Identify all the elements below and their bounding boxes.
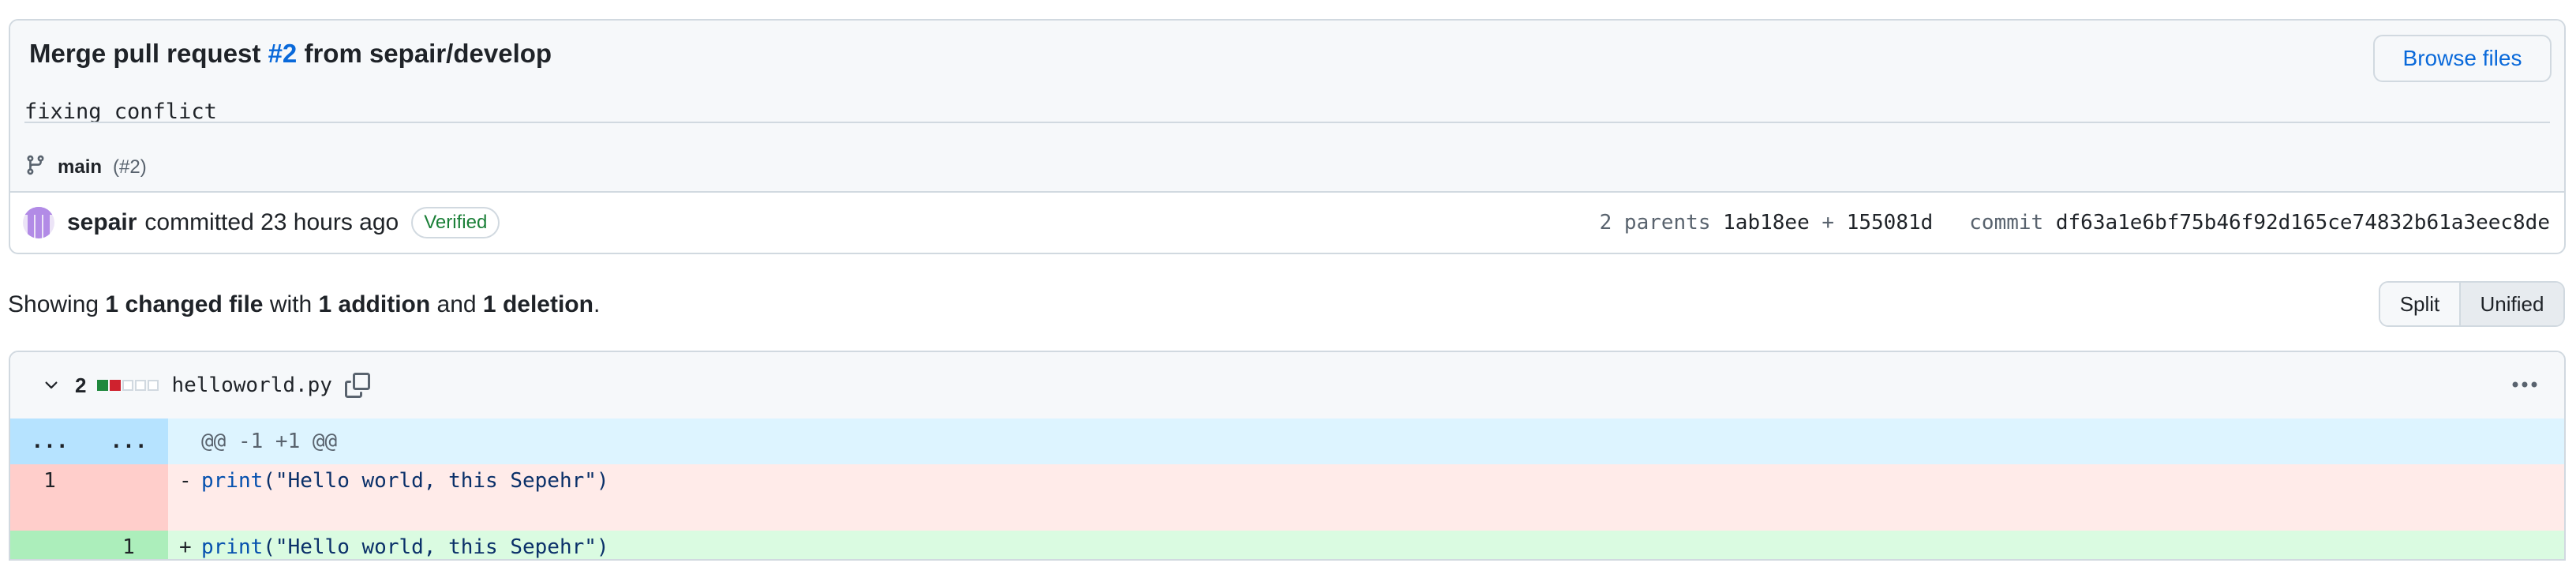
new-line-number[interactable]: 1 (89, 531, 168, 559)
commit-page: Merge pull request #2 from sepair/develo… (0, 0, 2576, 578)
diff-summary: Showing 1 changed file with 1 addition a… (8, 291, 601, 317)
changed-count: 1 changed file (105, 291, 264, 317)
hunk-header: @@ -1 +1 @@ (201, 430, 338, 453)
commit-meta: sepair committed 23 hours ago Verified 2… (10, 191, 2564, 253)
code-args: ("Hello world, this Sepehr") (263, 469, 609, 493)
commit-box: Merge pull request #2 from sepair/develo… (9, 19, 2566, 254)
code-args: ("Hello world, this Sepehr") (263, 535, 609, 559)
deleted-line-row: 1 - print("Hello world, this Sepehr") (10, 464, 2564, 555)
branch-name[interactable]: main (58, 156, 102, 178)
diffstat (97, 380, 159, 391)
branch-info: main (#2) (24, 152, 147, 183)
expand-down-button[interactable]: ... (89, 418, 168, 464)
hunk-header-row: ... ... @@ -1 +1 @@ (10, 418, 2564, 464)
diffstat-del-block (110, 380, 122, 391)
author-link[interactable]: sepair (67, 209, 137, 236)
branch-pr-ref[interactable]: (#2) (113, 156, 147, 178)
kebab-icon[interactable] (2509, 373, 2540, 396)
change-count: 2 (75, 373, 87, 397)
parents-label: 2 parents (1599, 211, 1711, 235)
commit-title: Merge pull request #2 from sepair/develo… (29, 38, 552, 69)
code-func: print (201, 535, 264, 559)
file-name[interactable]: helloworld.py (171, 373, 332, 397)
unified-view-button[interactable]: Unified (2461, 283, 2563, 325)
browse-files-button[interactable]: Browse files (2373, 35, 2552, 82)
diffstat-add-block (97, 380, 109, 391)
divider (24, 122, 2550, 123)
diffstat-neutral-block (135, 380, 147, 391)
diffstat-neutral-block (148, 380, 159, 391)
diff-view-toggle: Split Unified (2379, 281, 2565, 327)
added-line-row: 1 + print("Hello world, this Sepehr") (10, 531, 2564, 559)
pull-request-link[interactable]: #2 (268, 39, 298, 68)
commit-label: commit (1969, 211, 2044, 235)
commit-sha: df63a1e6bf75b46f92d165ce74832b61a3eec8de (2055, 211, 2550, 235)
commit-title-suffix: from sepair/develop (297, 39, 552, 68)
file-header: 2 helloworld.py (10, 352, 2564, 420)
chevron-down-icon[interactable] (40, 374, 62, 396)
file-diff: 2 helloworld.py ... ... @@ -1 +1 @@ 1 - … (9, 351, 2566, 561)
commit-time: committed 23 hours ago (144, 209, 399, 235)
expand-up-button[interactable]: ... (10, 418, 89, 464)
code-func: print (201, 469, 264, 493)
parent-separator: + (1809, 211, 1847, 235)
added-code: + print("Hello world, this Sepehr") (168, 531, 2564, 559)
copy-icon[interactable] (344, 372, 370, 399)
no-entry-icon (201, 499, 348, 555)
new-line-number (89, 464, 168, 531)
split-view-button[interactable]: Split (2380, 283, 2461, 325)
verified-badge[interactable]: Verified (411, 207, 500, 238)
avatar[interactable] (23, 207, 54, 238)
commit-header: Merge pull request #2 from sepair/develo… (10, 21, 2564, 193)
commit-hashes: 2 parents 1ab18ee + 155081d commit df63a… (1599, 191, 2550, 253)
git-branch-icon (24, 152, 47, 183)
diffstat-neutral-block (122, 380, 134, 391)
deleted-code: - print("Hello world, this Sepehr") (168, 464, 2564, 555)
diff-sign: - (179, 469, 192, 493)
deletion-count: 1 deletion (482, 291, 593, 317)
addition-count: 1 addition (318, 291, 431, 317)
parent-sha-1[interactable]: 1ab18ee (1723, 211, 1810, 235)
old-line-number[interactable]: 1 (10, 464, 89, 531)
parent-sha-2[interactable]: 155081d (1847, 211, 1934, 235)
diff-sign: + (179, 535, 192, 559)
old-line-number (10, 531, 89, 559)
commit-title-prefix: Merge pull request (29, 39, 268, 68)
